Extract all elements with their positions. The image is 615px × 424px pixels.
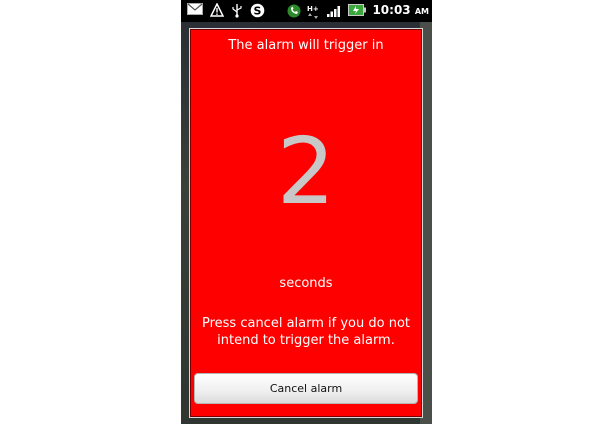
signal-icon <box>327 4 342 19</box>
cancel-alarm-button[interactable]: Cancel alarm <box>194 373 418 404</box>
status-bar-clock: 10:03 AM <box>372 3 429 19</box>
skype-icon: S <box>250 3 265 18</box>
countdown-unit: seconds <box>279 276 333 291</box>
phone-call-icon <box>287 4 301 19</box>
dialog-title: The alarm will trigger in <box>228 38 384 53</box>
clock-time: 10:03 <box>372 3 411 17</box>
dialog-message-line1: Press cancel alarm if you do not <box>201 316 410 331</box>
phone-screen: S H+ 10:03 AM The alarm will trigger in … <box>181 0 432 424</box>
hplus-data-icon: H+ <box>307 4 321 19</box>
svg-text:H+: H+ <box>307 5 319 13</box>
svg-text:S: S <box>254 5 262 18</box>
countdown-number: 2 <box>276 118 336 225</box>
battery-icon <box>348 3 367 19</box>
dialog-message-line2: intend to trigger the alarm. <box>217 333 395 348</box>
warning-icon <box>210 3 224 18</box>
status-bar: S H+ 10:03 AM <box>181 0 432 22</box>
alarm-countdown-dialog: The alarm will trigger in 2 seconds Pres… <box>189 28 423 418</box>
clock-ampm: AM <box>414 7 429 16</box>
mail-icon <box>187 3 203 18</box>
cancel-alarm-button-label: Cancel alarm <box>269 382 343 395</box>
usb-icon <box>231 3 243 18</box>
status-bar-system: H+ 10:03 AM <box>287 3 429 19</box>
dialog-message: Press cancel alarm if you do not intend … <box>200 315 412 349</box>
status-bar-notifications: S <box>187 3 265 18</box>
